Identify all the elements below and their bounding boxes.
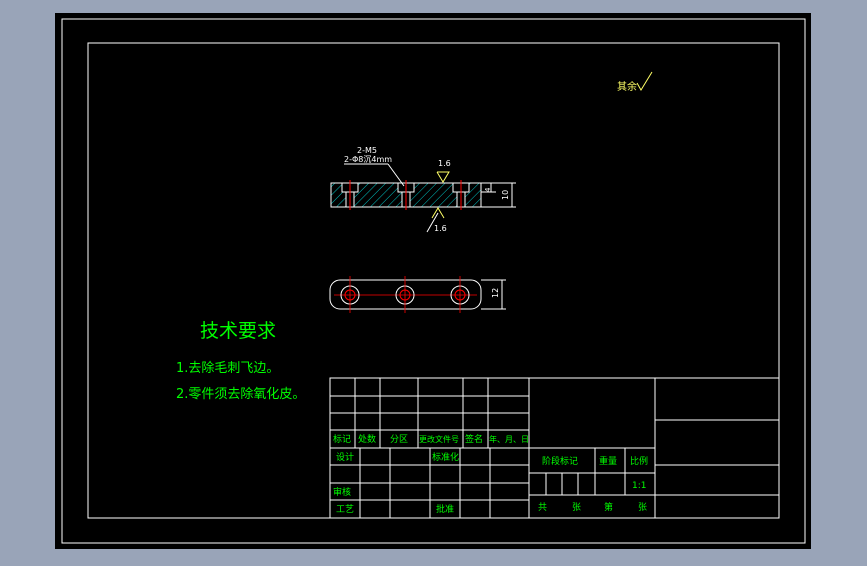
dim-width-plan: 12 <box>491 288 500 298</box>
tb-sheet: 张 <box>572 502 581 513</box>
roughness-bottom-value: 1.6 <box>434 224 447 233</box>
tb-mark: 标记 <box>333 433 351 445</box>
tb-sheet2: 张 <box>638 502 647 513</box>
hole-callout-line2: 2-Φ8沉4mm <box>344 155 392 164</box>
tech-requirement-2: 2.零件须去除氧化皮。 <box>176 387 305 402</box>
hole-callout-line1: 2-M5 <box>357 146 377 155</box>
tb-scale-value: 1:1 <box>632 481 646 491</box>
tb-standardization: 标准化 <box>432 451 459 463</box>
tb-weight: 重量 <box>599 455 617 467</box>
dim-height-total: 10 <box>501 190 510 200</box>
tb-stage-mark: 阶段标记 <box>542 455 578 467</box>
tb-process: 工艺 <box>336 504 354 515</box>
tb-change-doc: 更改文件号 <box>419 434 459 444</box>
cad-drawing-viewport: 其余 2-M5 2-Φ8沉4mm 1.6 1.6 4 10 12 技术要求 1.… <box>0 0 867 562</box>
tb-count: 处数 <box>358 433 376 445</box>
sheet-background <box>55 13 811 549</box>
tb-design: 设计 <box>336 451 354 463</box>
tb-approve: 批准 <box>436 503 454 515</box>
tb-signature: 签名 <box>465 433 483 445</box>
drawing-canvas: 其余 2-M5 2-Φ8沉4mm 1.6 1.6 4 10 12 技术要求 1.… <box>55 13 811 549</box>
roughness-top-value: 1.6 <box>438 159 451 168</box>
tb-date: 年、月、日 <box>489 434 529 444</box>
dim-height-small: 4 <box>484 187 492 192</box>
tb-number: 第 <box>604 501 613 513</box>
tech-requirements-title: 技术要求 <box>200 320 276 342</box>
tb-scale: 比例 <box>630 455 648 467</box>
tb-review: 审核 <box>333 486 351 498</box>
tb-zone: 分区 <box>390 434 408 445</box>
tb-total: 共 <box>538 502 547 513</box>
tech-requirement-1: 1.去除毛刺飞边。 <box>176 361 279 376</box>
roughness-rest-label: 其余 <box>617 80 637 93</box>
